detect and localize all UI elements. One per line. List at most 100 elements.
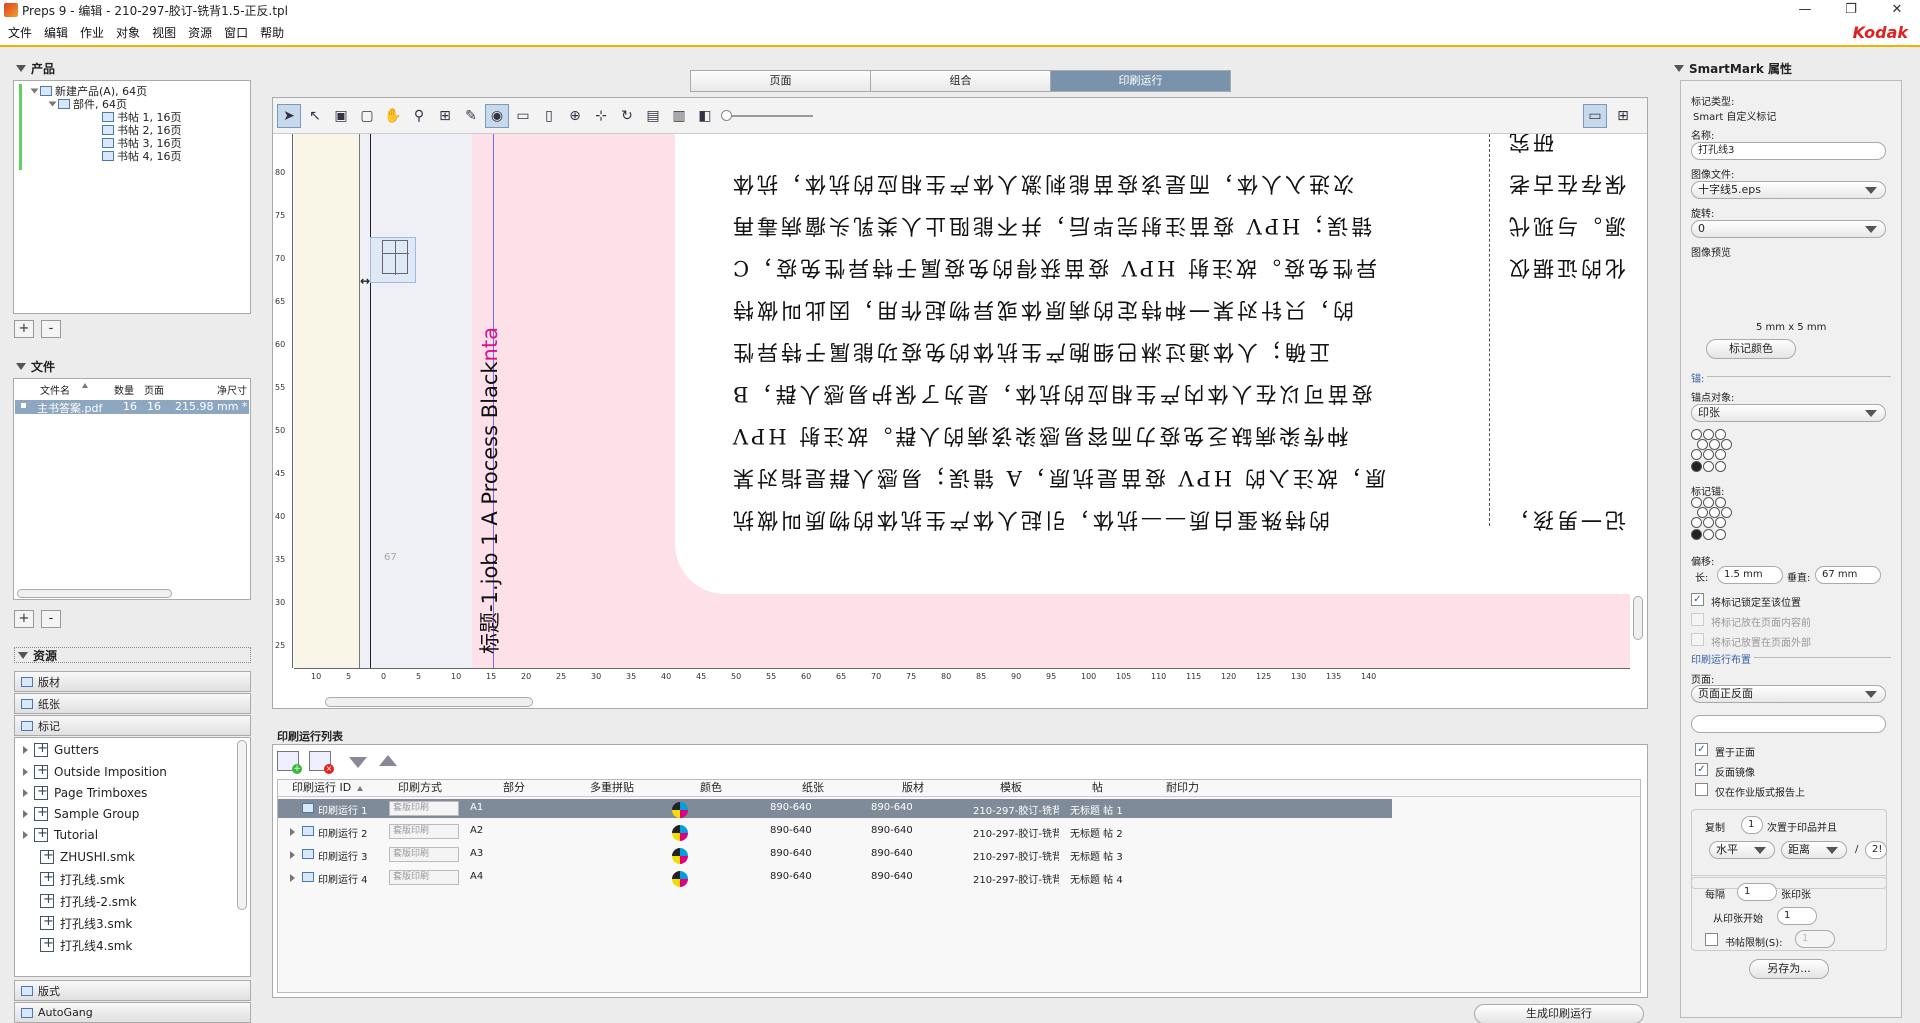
add-product-button[interactable]: + (14, 320, 34, 338)
menu-job[interactable]: 作业 (74, 24, 110, 41)
tree-item-signature-4[interactable]: 书帖 4, 16页 (102, 149, 182, 163)
select-arrow-icon[interactable]: ➤ (277, 103, 301, 128)
table-row[interactable]: 印刷运行 3 套版印刷 A3 890-640 890-640 210-297-胶… (278, 845, 1392, 864)
mirror-back-checkbox[interactable]: ✓ (1695, 763, 1708, 776)
lib-mark-dakongxian[interactable]: 打孔线.smk (40, 868, 125, 890)
pointer-icon[interactable]: ↖ (303, 104, 327, 128)
table-row[interactable]: 印刷运行 2 套版印刷 A2 890-640 890-640 210-297-胶… (278, 822, 1392, 841)
layout-grid-icon[interactable]: ⊞ (433, 104, 457, 128)
col-color[interactable]: 颜色 (700, 780, 722, 796)
col-pages[interactable]: 页面 (144, 382, 164, 397)
image-file-select[interactable]: 十字线5.eps (1691, 181, 1886, 199)
remove-file-button[interactable]: - (41, 610, 61, 628)
col-filename[interactable]: 文件名 (40, 382, 70, 397)
product-panel-header[interactable]: 产品 (16, 60, 55, 77)
menu-resources[interactable]: 资源 (182, 24, 218, 41)
lib-mark-dakongxian-2[interactable]: 打孔线-2.smk (40, 890, 137, 912)
col-signature[interactable]: 帖 (1092, 780, 1103, 796)
resource-section-paper[interactable]: 纸张 (14, 693, 251, 714)
method-select[interactable]: 套版印刷 (389, 824, 459, 839)
tab-pages[interactable]: 页面 (690, 70, 871, 92)
files-panel-header[interactable]: 文件 (16, 358, 55, 375)
ruler-icon[interactable]: ▭ (511, 104, 535, 128)
lib-folder-page-trimboxes[interactable]: Page Trimboxes (23, 782, 147, 804)
col-plate[interactable]: 版材 (902, 780, 924, 796)
lib-mark-dakongxian4[interactable]: 打孔线4.smk (40, 934, 132, 956)
mark-anchor-grid[interactable] (1691, 497, 1737, 543)
zoom-slider[interactable] (721, 109, 813, 121)
report-only-checkbox[interactable] (1695, 783, 1708, 796)
distance-select[interactable]: 距离 (1781, 841, 1847, 859)
move-up-icon[interactable] (379, 755, 397, 766)
col-qty[interactable]: 数量 (114, 382, 134, 397)
page-select[interactable]: 页面正反面 (1691, 685, 1886, 703)
minimize-button[interactable]: — (1782, 0, 1828, 20)
blank-field[interactable] (1691, 715, 1886, 733)
col-paper[interactable]: 纸张 (802, 780, 824, 796)
col-template[interactable]: 模板 (1000, 780, 1022, 796)
resources-panel-header[interactable]: 资源 (14, 647, 251, 663)
files-hscrollbar[interactable] (17, 589, 172, 598)
canvas-hscrollbar[interactable] (325, 697, 533, 707)
snap-icon[interactable]: ◧ (693, 104, 717, 128)
file-row[interactable]: 主书答案.pdf 16 16 215.98 mm * (15, 400, 249, 415)
canvas-window[interactable]: ➤ ↖ ▣ ▢ ✋ ⚲ ⊞ ✎ ◉ ▭ ▯ ⊕ ⊹ ↻ ▤ ▥ ◧ ▭ ⊞ 80… (272, 97, 1648, 709)
name-input[interactable]: 打孔线3 (1691, 142, 1886, 160)
menu-help[interactable]: 帮助 (254, 24, 290, 41)
tree-item-part[interactable]: 部件, 64页 (48, 97, 127, 111)
close-button[interactable]: ✕ (1874, 0, 1920, 20)
distance-input[interactable]: 2! (1865, 841, 1887, 859)
front-side-checkbox[interactable]: ✓ (1695, 743, 1708, 756)
split-icon[interactable]: ⊹ (589, 104, 613, 128)
tab-press-run[interactable]: 印刷运行 (1050, 70, 1231, 92)
expand-icon[interactable] (290, 828, 295, 836)
menu-edit[interactable]: 编辑 (38, 24, 74, 41)
eye-icon[interactable]: ◉ (485, 103, 509, 128)
rotate-icon[interactable]: ↻ (615, 104, 639, 128)
page-move-icon[interactable]: ▢ (355, 104, 379, 128)
single-view-icon[interactable]: ▭ (1583, 103, 1607, 128)
menu-window[interactable]: 窗口 (218, 24, 254, 41)
col-press-life[interactable]: 耐印力 (1166, 780, 1199, 796)
lib-folder-outside-imposition[interactable]: Outside Imposition (23, 761, 167, 783)
zoom-slider-handle[interactable] (721, 109, 732, 121)
col-size[interactable]: 净尺寸 (217, 382, 247, 397)
copy-count-input[interactable]: 1 (1741, 816, 1763, 834)
mark-color-button[interactable]: 标记颜色 (1706, 339, 1796, 359)
smartmark-panel-header[interactable]: SmartMark 属性 (1674, 60, 1792, 77)
restore-button[interactable]: ❐ (1828, 0, 1874, 20)
lib-mark-zhushi[interactable]: ZHUSHI.smk (40, 846, 135, 868)
page-select-icon[interactable]: ▣ (329, 104, 353, 128)
every-count-input[interactable]: 1 (1737, 883, 1777, 901)
menu-view[interactable]: 视图 (146, 24, 182, 41)
col-part[interactable]: 部分 (503, 780, 525, 796)
rotation-select[interactable]: 0 (1691, 220, 1886, 238)
anchor-object-grid[interactable] (1691, 429, 1737, 475)
from-sheet-input[interactable]: 1 (1777, 907, 1817, 925)
expand-icon[interactable] (290, 874, 295, 882)
table-row[interactable]: 印刷运行 4 套版印刷 A4 890-640 890-640 210-297-胶… (278, 868, 1392, 887)
delete-run-icon[interactable]: × (309, 751, 334, 774)
lib-folder-tutorial[interactable]: Tutorial (23, 824, 98, 846)
method-select[interactable]: 套版印刷 (389, 870, 459, 885)
horizontal-offset-input[interactable]: 1.5 mm (1717, 566, 1783, 584)
col-method[interactable]: 印刷方式 (398, 780, 442, 796)
multi-view-icon[interactable]: ⊞ (1611, 104, 1635, 128)
canvas-vscrollbar[interactable] (1633, 596, 1643, 640)
files-list[interactable]: 文件名 数量 页面 净尺寸 主书答案.pdf 16 16 215.98 mm * (13, 378, 251, 600)
crosshair-icon[interactable]: ⊕ (563, 104, 587, 128)
marks-library[interactable]: Gutters Outside Imposition Page Trimboxe… (14, 737, 251, 977)
hand-icon[interactable]: ✋ (381, 104, 405, 128)
generate-press-run-button[interactable]: 生成印刷运行 (1474, 1004, 1644, 1023)
sheet-view[interactable]: ↔ 67 标题-1.job 1 A Process Blacknta 的特殊蛋白… (294, 134, 1630, 668)
direction-select[interactable]: 水平 (1709, 841, 1775, 859)
expand-icon[interactable] (290, 851, 295, 859)
resource-section-autogang[interactable]: AutoGang (14, 1002, 251, 1023)
edit-layout-icon[interactable]: ✎ (459, 104, 483, 128)
add-run-icon[interactable]: + (277, 751, 302, 774)
vertical-offset-input[interactable]: 67 mm (1815, 566, 1881, 584)
resource-section-marks[interactable]: 标记 (14, 715, 251, 736)
zoom-icon[interactable]: ⚲ (407, 104, 431, 128)
tile-swap-icon[interactable]: ▥ (667, 104, 691, 128)
tab-combine[interactable]: 组合 (870, 70, 1051, 92)
